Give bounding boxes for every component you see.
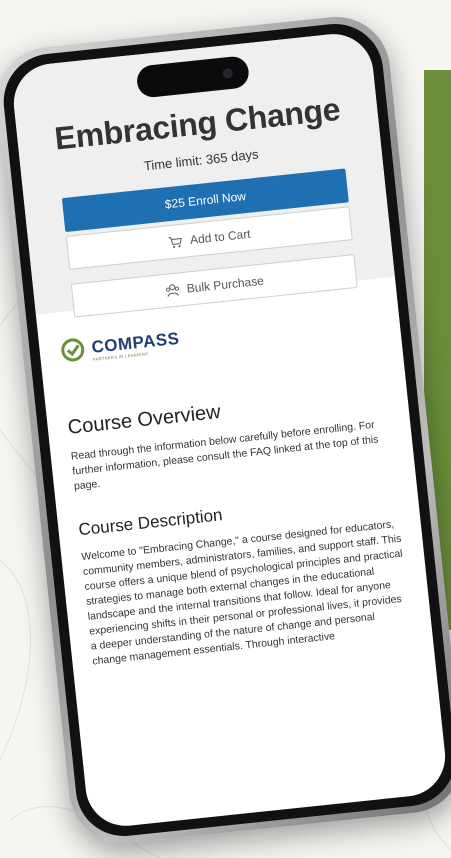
people-icon bbox=[164, 282, 180, 297]
description-text: Welcome to "Embracing Change," a course … bbox=[80, 518, 404, 668]
compass-logo: COMPASS PARTNERS IN LEARNING bbox=[58, 305, 380, 369]
cart-icon bbox=[168, 234, 184, 248]
compass-logo-icon bbox=[58, 336, 87, 370]
phone-mockup: Embracing Change Time limit: 365 days $2… bbox=[0, 11, 451, 849]
course-content: COMPASS PARTNERS IN LEARNING Course Over… bbox=[36, 277, 433, 672]
add-to-cart-label: Add to Cart bbox=[189, 226, 252, 248]
camera-icon bbox=[221, 67, 233, 79]
